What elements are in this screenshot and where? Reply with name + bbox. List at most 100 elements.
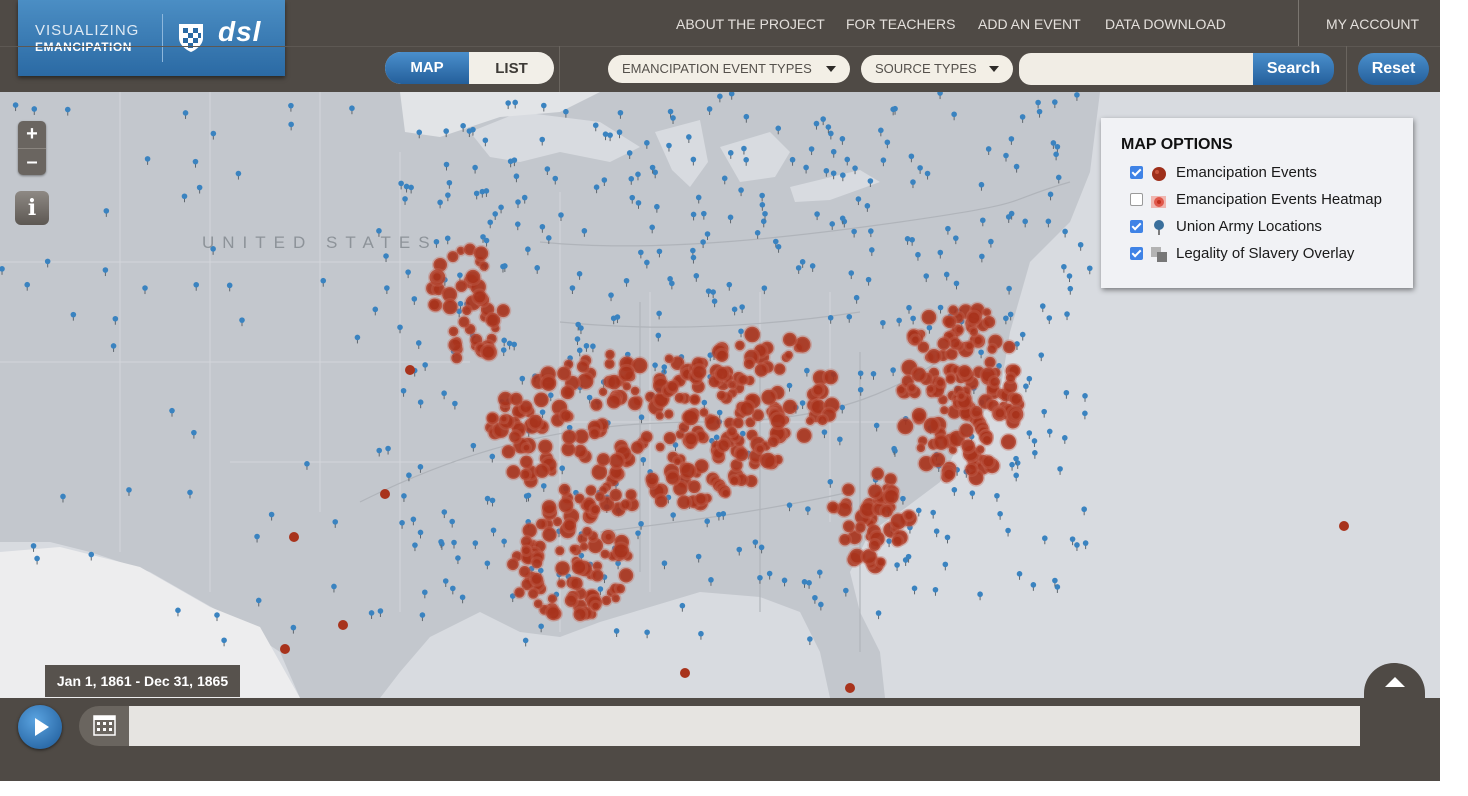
- source-types-dropdown[interactable]: SOURCE TYPES: [861, 55, 1013, 83]
- emancipation-event-dot: [532, 597, 545, 610]
- emancipation-event-dot: [743, 325, 762, 344]
- option-emancipation-events[interactable]: Emancipation Events: [1130, 162, 1410, 184]
- emancipation-event-dot: [505, 463, 522, 481]
- emancipation-event-dot: [553, 559, 572, 578]
- emancipation-event-dot: [599, 548, 612, 561]
- emancipation-event-dot: [944, 372, 957, 386]
- play-button[interactable]: [18, 705, 62, 749]
- emancipation-event-dot: [578, 541, 590, 553]
- nav-add-event[interactable]: ADD AN EVENT: [978, 16, 1081, 32]
- zoom-in-button[interactable]: +: [18, 121, 46, 148]
- checkbox[interactable]: [1130, 193, 1143, 206]
- emancipation-event-dot: [662, 430, 678, 446]
- option-union-army[interactable]: Union Army Locations: [1130, 216, 1410, 238]
- emancipation-event-dot: [519, 544, 533, 558]
- emancipation-event-dot: [736, 373, 750, 387]
- emancipation-event-dot: [526, 413, 545, 431]
- option-label: Emancipation Events Heatmap: [1176, 191, 1382, 208]
- emancipation-event-dot: [589, 568, 605, 583]
- zoom-out-button[interactable]: –: [18, 148, 46, 176]
- emancipation-event-dot: [985, 342, 999, 356]
- emancipation-event-dot: [759, 388, 778, 407]
- emancipation-event-dot: [518, 454, 535, 470]
- emancipation-event-dot: [426, 297, 442, 313]
- checkbox[interactable]: [1130, 247, 1143, 260]
- search-button[interactable]: Search: [1253, 53, 1334, 85]
- emancipation-event-dot: [974, 443, 986, 456]
- emancipation-event-dot: [507, 429, 523, 445]
- emancipation-event-dot: [618, 497, 633, 512]
- option-slavery-overlay[interactable]: Legality of Slavery Overlay: [1130, 243, 1410, 265]
- nav-about[interactable]: ABOUT THE PROJECT: [676, 16, 825, 32]
- emancipation-event-dot: [867, 538, 882, 553]
- emancipation-event-dot: [781, 398, 799, 416]
- emancipation-event-dot: [557, 496, 575, 515]
- emancipation-event-dot: [608, 487, 624, 503]
- emancipation-event-dot: [595, 451, 612, 468]
- emancipation-event-dot: [644, 471, 661, 488]
- emancipation-event-dot: [572, 606, 589, 623]
- emancipation-event-dot: [938, 404, 950, 416]
- option-label: Legality of Slavery Overlay: [1176, 245, 1355, 262]
- info-button[interactable]: i: [15, 191, 49, 225]
- emancipation-event-dot: [686, 478, 703, 495]
- emancipation-event-dot: [727, 474, 741, 487]
- emancipation-event-dot: [840, 482, 857, 498]
- emancipation-event-dot: [587, 426, 602, 441]
- emancipation-event-dot: [380, 489, 390, 499]
- brand-dsl: dsl: [218, 16, 262, 47]
- nav-my-account[interactable]: MY ACCOUNT: [1326, 16, 1419, 32]
- list-view-button[interactable]: LIST: [469, 52, 554, 84]
- calendar-button[interactable]: [79, 706, 129, 746]
- site-logo[interactable]: VISUALIZING EMANCIPATION dsl: [18, 0, 285, 76]
- emancipation-event-dot: [683, 431, 700, 448]
- emancipation-event-dot: [626, 395, 644, 412]
- map-canvas[interactable]: UNITED STATES + – i MAP OPTIONS Emancipa…: [0, 92, 1440, 698]
- search-input[interactable]: [1019, 53, 1259, 85]
- emancipation-event-dot: [804, 415, 816, 427]
- emancipation-event-dot: [980, 433, 994, 447]
- emancipation-event-dot: [526, 587, 540, 601]
- emancipation-event-dot: [517, 564, 532, 579]
- emancipation-event-dot: [588, 503, 602, 517]
- emancipation-event-dot: [338, 620, 348, 630]
- shield-icon: [179, 24, 203, 52]
- map-options-title: MAP OPTIONS: [1121, 136, 1233, 153]
- emancipation-event-dot: [681, 408, 700, 427]
- checkbox[interactable]: [1130, 220, 1143, 233]
- emancipation-event-dot: [539, 374, 558, 393]
- emancipation-event-dot: [588, 397, 604, 413]
- event-types-label: EMANCIPATION EVENT TYPES: [622, 61, 812, 76]
- emancipation-event-dot: [810, 382, 826, 398]
- emancipation-event-dot: [965, 309, 983, 327]
- map-view-button[interactable]: MAP: [385, 52, 469, 84]
- emancipation-event-dot: [485, 411, 500, 426]
- option-events-heatmap[interactable]: Emancipation Events Heatmap: [1130, 189, 1410, 211]
- emancipation-event-dot: [932, 433, 951, 452]
- toolbar-divider: [1346, 46, 1347, 92]
- emancipation-event-dot: [555, 365, 573, 382]
- logo-line1: VISUALIZING: [35, 22, 140, 39]
- emancipation-event-dot: [529, 571, 545, 587]
- timeline-track[interactable]: [129, 706, 1360, 746]
- emancipation-event-dot: [957, 421, 976, 440]
- emancipation-event-dot: [621, 380, 633, 392]
- emancipation-event-dot: [607, 451, 626, 470]
- event-types-dropdown[interactable]: EMANCIPATION EVENT TYPES: [608, 55, 850, 83]
- logo-line2: EMANCIPATION: [35, 40, 132, 54]
- emancipation-event-dot: [713, 365, 731, 383]
- emancipation-event-dot: [890, 534, 905, 548]
- emancipation-event-dot: [593, 490, 607, 504]
- emancipation-event-dot: [280, 644, 290, 654]
- checkbox[interactable]: [1130, 166, 1143, 179]
- emancipation-event-dot: [783, 349, 795, 361]
- emancipation-event-dot: [815, 413, 830, 427]
- reset-button[interactable]: Reset: [1358, 53, 1429, 85]
- emancipation-event-dot: [447, 325, 460, 338]
- emancipation-event-dot: [878, 503, 895, 519]
- emancipation-event-dot: [715, 437, 732, 454]
- emancipation-event-dot: [559, 384, 576, 401]
- emancipation-event-dot: [478, 260, 491, 273]
- nav-teachers[interactable]: FOR TEACHERS: [846, 16, 955, 32]
- nav-data-download[interactable]: DATA DOWNLOAD: [1105, 16, 1226, 32]
